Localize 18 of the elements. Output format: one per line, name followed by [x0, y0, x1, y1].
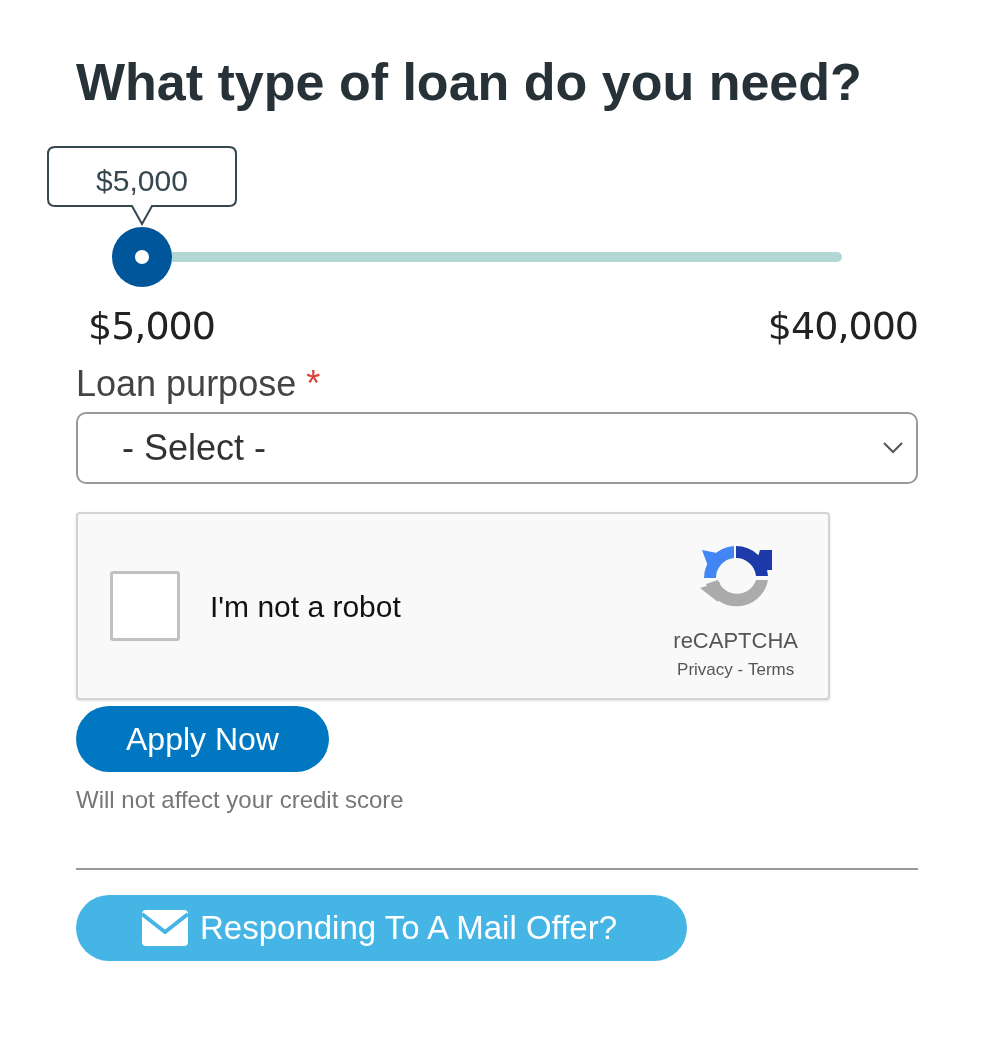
- page-title: What type of loan do you need?: [76, 52, 863, 113]
- field-label: Loan purpose: [76, 362, 297, 406]
- max-amount: $40,000: [767, 303, 918, 350]
- separator: -: [736, 659, 745, 681]
- min-amount: $5,000: [88, 303, 215, 350]
- captcha-checkbox[interactable]: [110, 571, 180, 641]
- chevron-down-icon: [882, 441, 904, 455]
- loan-purpose-select[interactable]: - Select -: [76, 412, 918, 484]
- disclaimer-text: Will not affect your credit score: [76, 785, 405, 815]
- captcha-label: I'm not a robot: [210, 588, 402, 625]
- value-tooltip: $5,000: [47, 146, 237, 226]
- apply-now-button[interactable]: Apply Now: [76, 706, 329, 772]
- terms-link[interactable]: Terms: [747, 657, 795, 683]
- required-mark: *: [306, 362, 321, 406]
- envelope-icon: [142, 910, 188, 946]
- slider-handle[interactable]: [112, 227, 172, 287]
- privacy-link[interactable]: Privacy: [677, 657, 733, 683]
- captcha-brand: reCAPTCHA: [673, 627, 798, 655]
